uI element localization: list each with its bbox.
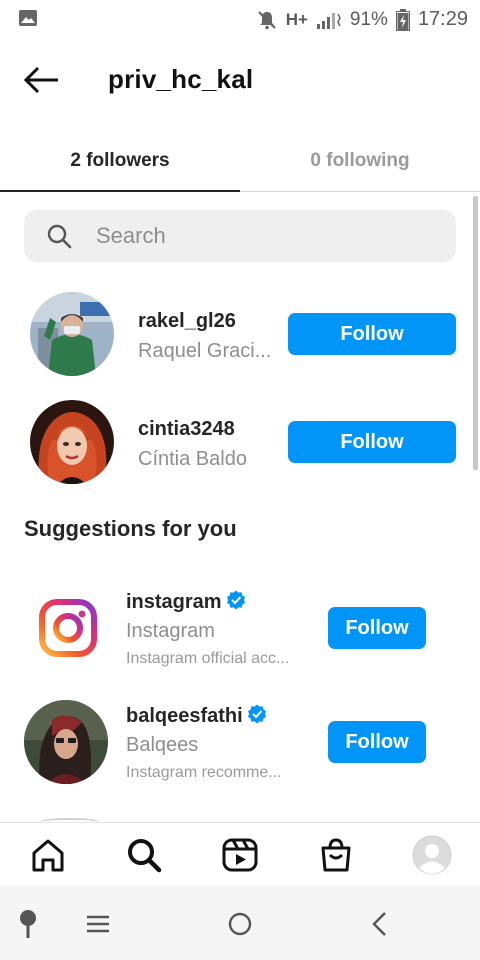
full-name: Instagram	[126, 620, 215, 642]
shop-icon[interactable]	[316, 835, 356, 875]
suggestion-row[interactable]: instagram Instagram Instagram official a…	[0, 580, 480, 676]
profile-icon[interactable]	[412, 835, 452, 875]
follow-button[interactable]: Follow	[328, 607, 426, 649]
search-box[interactable]	[24, 210, 456, 262]
full-name: Raquel Graci...	[138, 340, 272, 362]
tab-followers[interactable]: 2 followers	[0, 130, 240, 192]
suggestions-title: Suggestions for you	[24, 516, 237, 541]
network-type: H+	[285, 9, 308, 29]
search-icon	[47, 224, 72, 249]
back-arrow-icon[interactable]	[20, 62, 64, 98]
follow-button[interactable]: Follow	[328, 721, 426, 763]
suggestion-row[interactable]: balqeesfathi Balqees Instagram recomme..…	[0, 694, 480, 790]
username[interactable]: instagram	[126, 590, 246, 614]
avatar[interactable]	[30, 292, 114, 376]
avatar[interactable]	[30, 400, 114, 484]
username-text: instagram	[126, 591, 222, 613]
status-bar: H+ 91% 17:29	[0, 0, 480, 38]
active-tab-indicator	[0, 190, 240, 192]
home-button-icon[interactable]	[220, 906, 260, 942]
home-icon[interactable]	[28, 835, 68, 875]
suggestion-reason: Instagram recomme...	[126, 764, 282, 781]
battery-icon	[395, 8, 410, 31]
tab-following[interactable]: 0 following	[240, 130, 480, 192]
battery-percent: 91%	[349, 8, 388, 30]
username-text: balqeesfathi	[126, 705, 243, 727]
clock: 17:29	[417, 8, 468, 30]
page-title: priv_hc_kal	[108, 64, 254, 94]
search-input[interactable]	[96, 210, 436, 262]
signal-icon	[316, 12, 341, 29]
tab-bar: 2 followers 0 following	[0, 130, 480, 192]
back-button-icon[interactable]	[360, 906, 400, 942]
avatar[interactable]	[24, 700, 108, 784]
system-navigation-bar	[0, 886, 480, 960]
recent-apps-icon[interactable]	[78, 906, 118, 942]
verified-badge-icon	[226, 590, 245, 610]
reels-icon[interactable]	[220, 835, 260, 875]
mute-icon	[257, 10, 276, 29]
full-name: Cíntia Baldo	[138, 448, 247, 470]
follow-button[interactable]: Follow	[288, 313, 456, 355]
username[interactable]: balqeesfathi	[126, 704, 267, 728]
gallery-notification-icon	[19, 10, 37, 26]
search-icon[interactable]	[124, 835, 164, 875]
instagram-logo-icon[interactable]	[26, 586, 110, 670]
username[interactable]: rakel_gl26	[138, 310, 236, 333]
full-name: Balqees	[126, 734, 199, 756]
verified-badge-icon	[247, 704, 266, 724]
follower-row[interactable]: rakel_gl26 Raquel Graci... Follow	[0, 284, 480, 384]
header: priv_hc_kal	[0, 52, 480, 108]
username[interactable]: cintia3248	[138, 418, 235, 441]
assistant-pin-icon[interactable]	[8, 906, 48, 942]
follower-row[interactable]: cintia3248 Cíntia Baldo Follow	[0, 392, 480, 492]
follow-button[interactable]: Follow	[288, 421, 456, 463]
bottom-nav	[0, 822, 480, 886]
suggestion-reason: Instagram official acc...	[126, 650, 290, 667]
